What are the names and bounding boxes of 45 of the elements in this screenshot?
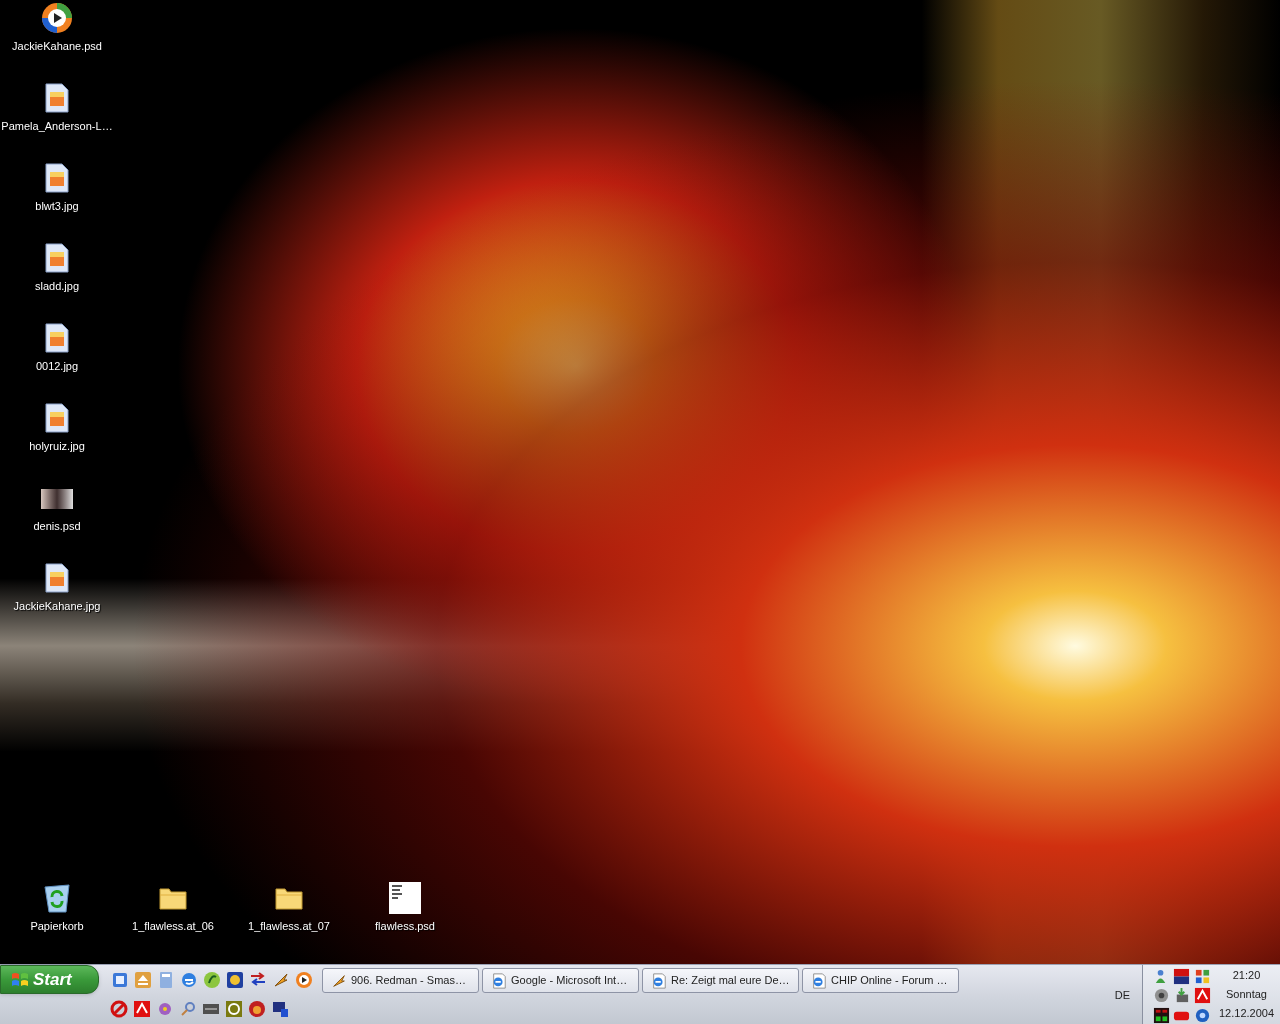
folder-icon	[275, 886, 303, 910]
document-thumbnail	[389, 882, 421, 914]
icon-label[interactable]: sladd.jpg	[34, 278, 79, 295]
image-file-icon	[45, 163, 69, 193]
clock-time: 21:20	[1232, 968, 1261, 983]
browser-icon	[491, 972, 507, 989]
language-indicator[interactable]: DE	[1112, 987, 1132, 1004]
image-file-icon	[45, 243, 69, 273]
icon-label[interactable]: flawless.psd	[375, 918, 435, 935]
speaker-icon[interactable]	[1153, 987, 1170, 1005]
icon-label[interactable]: JackieKahane.jpg	[13, 598, 101, 615]
clock-date: 12.12.2004	[1218, 1006, 1275, 1021]
icon-label[interactable]: 1_flawless.at_06	[132, 918, 214, 935]
play-icon[interactable]	[295, 971, 313, 989]
icon-label[interactable]: denis.psd	[33, 518, 81, 535]
icon-label[interactable]: Papierkorb	[30, 918, 84, 935]
folder-icon	[159, 886, 187, 910]
icon-label[interactable]: Pamela_Anderson-L…	[1, 118, 113, 135]
icon-label[interactable]: JackieKahane.psd	[12, 38, 102, 55]
browser-icon	[651, 972, 667, 989]
image-file-icon	[45, 563, 69, 593]
taskbar-button[interactable]: CHIP Online - Forum …	[802, 968, 959, 993]
browser-icon	[811, 972, 827, 989]
level-meter-icon[interactable]	[1153, 1006, 1170, 1024]
ftp-icon[interactable]	[249, 971, 267, 989]
blocked-icon[interactable]	[110, 1000, 128, 1018]
taskbar-button[interactable]: Google - Microsoft Int…	[482, 968, 639, 993]
taskbar-button[interactable]: Re: Zeigt mal eure De…	[642, 968, 799, 993]
icon-label[interactable]: 1_flawless.at_07	[248, 918, 330, 935]
browser-icon[interactable]	[180, 971, 198, 989]
recycle-bin-icon	[43, 883, 71, 913]
start-button[interactable]: Start	[0, 965, 99, 994]
windows-logo-icon	[11, 971, 29, 988]
magnifier-icon[interactable]	[179, 1000, 197, 1018]
windows-logo-icon[interactable]	[1193, 968, 1211, 985]
media-player-icon	[41, 2, 73, 34]
icon-label[interactable]: 0012.jpg	[35, 358, 79, 375]
image-file-icon	[45, 323, 69, 353]
clock-weekday: Sonntag	[1226, 987, 1267, 1002]
taskbar-button[interactable]: 906. Redman - Smas…	[322, 968, 479, 993]
image-file-icon	[45, 83, 69, 113]
photo-thumbnail	[41, 489, 73, 509]
icon-label[interactable]: holyruiz.jpg	[29, 438, 85, 455]
icon-label[interactable]: blwt3.jpg	[35, 198, 79, 215]
image-file-icon	[45, 403, 69, 433]
